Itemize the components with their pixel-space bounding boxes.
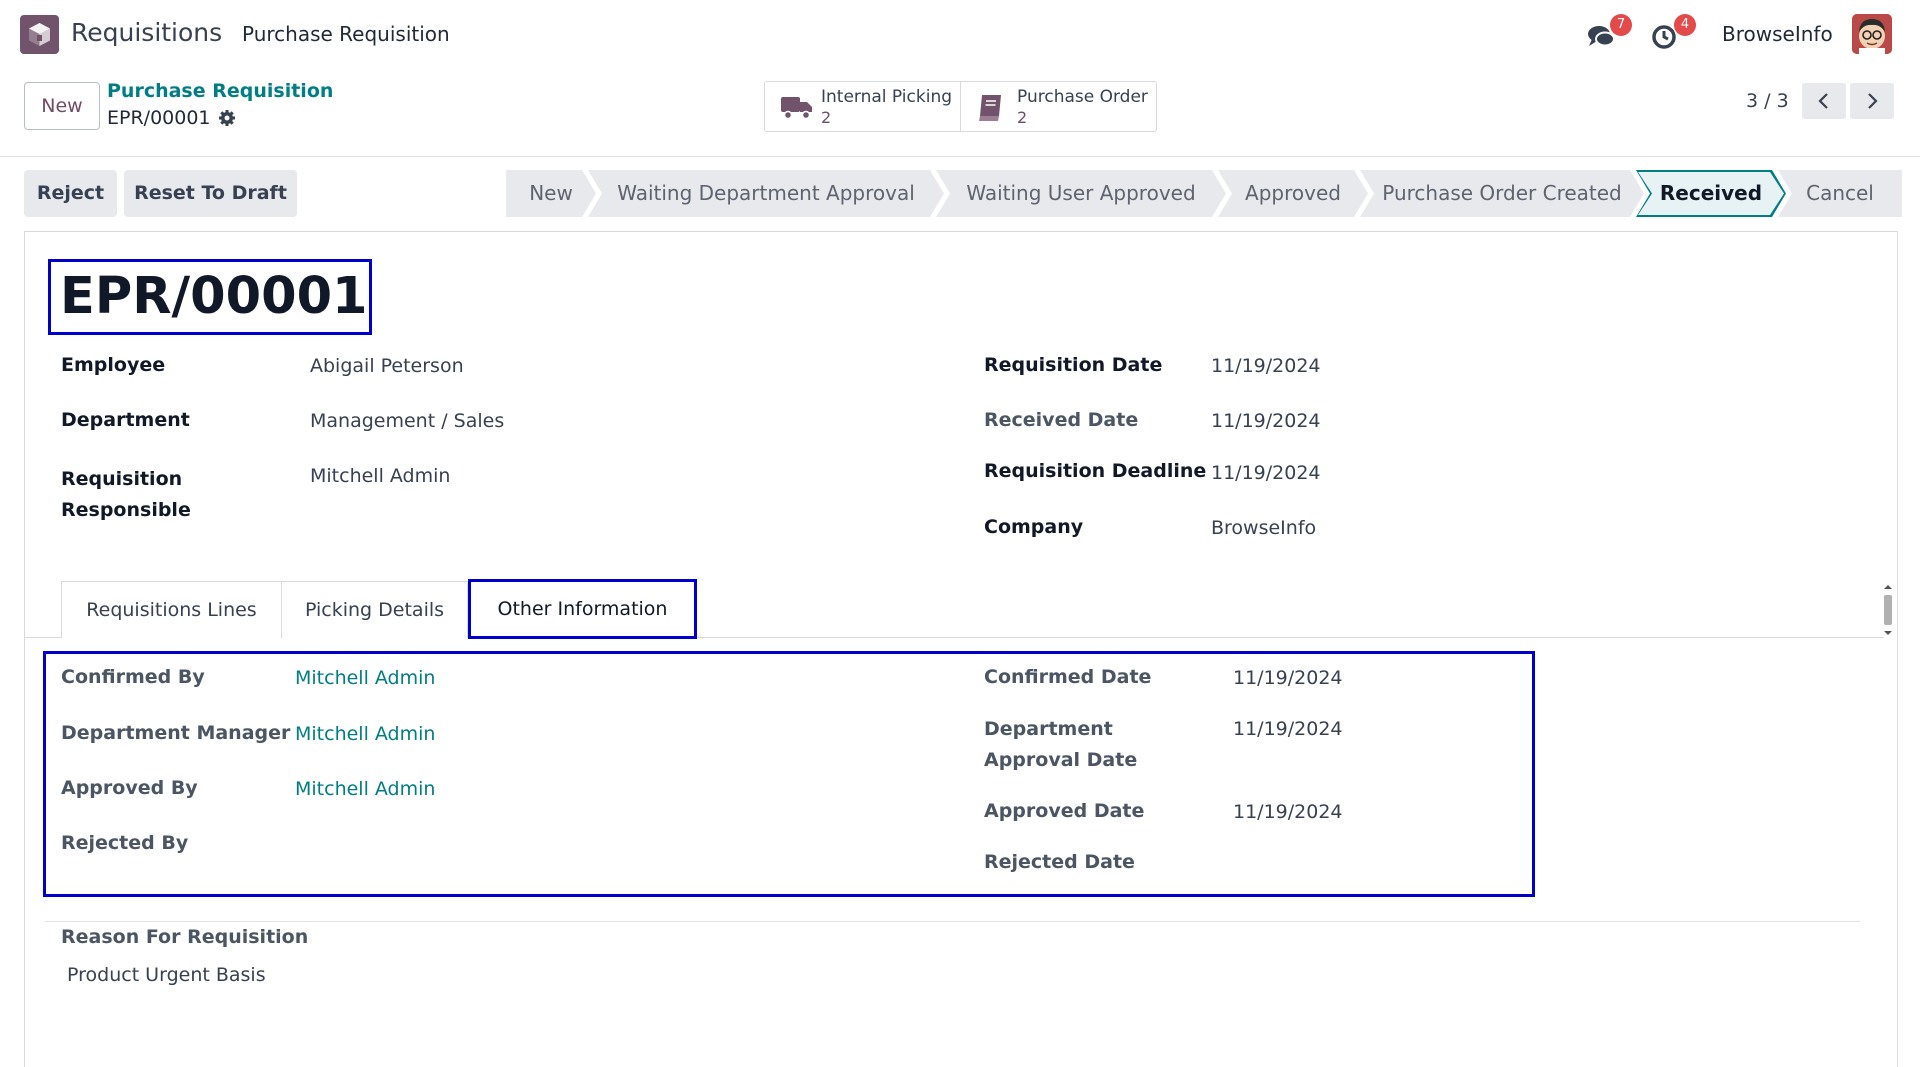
stage-approved[interactable]: Approved	[1218, 170, 1368, 217]
employee-field[interactable]: Abigail Peterson	[310, 355, 464, 377]
requisition-responsible-field[interactable]: Mitchell Admin	[310, 465, 450, 487]
breadcrumb-parent-link[interactable]: Purchase Requisition	[107, 80, 333, 102]
department-manager-field[interactable]: Mitchell Admin	[295, 723, 435, 745]
requisition-date-field[interactable]: 11/19/2024	[1211, 355, 1321, 377]
menu-purchase-requisition[interactable]: Purchase Requisition	[242, 22, 450, 46]
truck-icon	[781, 97, 812, 120]
tab-other-information[interactable]: Other Information	[468, 579, 697, 639]
user-avatar[interactable]	[1852, 14, 1892, 54]
section-divider	[45, 921, 1860, 922]
activities-button[interactable]: 4	[1650, 14, 1696, 52]
gear-icon[interactable]	[218, 109, 236, 127]
reason-label: Reason For Requisition	[61, 926, 309, 948]
app-logo-icon[interactable]	[20, 15, 59, 54]
stage-purchase-order-created[interactable]: Purchase Order Created	[1360, 170, 1644, 217]
purchase-order-smart-button[interactable]: Purchase Order 2	[960, 82, 1156, 131]
smart-button-value: 2	[821, 108, 832, 127]
confirmed-date-field[interactable]: 11/19/2024	[1233, 667, 1343, 689]
stage-waiting-department-approval[interactable]: Waiting Department Approval	[588, 170, 944, 217]
tabs-scrollbar[interactable]	[1881, 583, 1895, 637]
scroll-up-icon	[1884, 585, 1892, 589]
stage-new[interactable]: New	[506, 170, 596, 217]
scrollbar-thumb[interactable]	[1884, 595, 1892, 625]
stage-waiting-user-approved[interactable]: Waiting User Approved	[936, 170, 1226, 217]
confirmed-by-label: Confirmed By	[61, 666, 205, 688]
department-field[interactable]: Management / Sales	[310, 410, 504, 432]
pager-previous-button[interactable]	[1802, 83, 1846, 119]
activities-count-badge: 4	[1674, 14, 1696, 36]
breadcrumb-current: EPR/00001	[107, 107, 211, 129]
smart-buttons: Internal Picking 2 Purchase Order 2	[764, 81, 1157, 132]
department-approval-date-field[interactable]: 11/19/2024	[1233, 718, 1343, 740]
pager-next-button[interactable]	[1850, 83, 1894, 119]
book-icon	[979, 95, 1001, 121]
company-label: Company	[984, 516, 1084, 538]
chevron-left-icon	[1818, 93, 1828, 109]
scroll-down-icon	[1884, 631, 1892, 635]
reject-button[interactable]: Reject	[24, 170, 117, 217]
approved-by-field[interactable]: Mitchell Admin	[295, 778, 435, 800]
messages-button[interactable]: 7	[1586, 14, 1632, 52]
confirmed-date-label: Confirmed Date	[984, 666, 1152, 688]
requisition-responsible-label: Requisition Responsible	[61, 468, 191, 521]
smart-button-label: Internal Picking	[821, 87, 953, 107]
stage-received[interactable]: Received	[1638, 172, 1784, 215]
new-button[interactable]: New	[24, 82, 100, 130]
smart-button-value: 2	[1017, 108, 1028, 127]
app-name[interactable]: Requisitions	[71, 18, 222, 47]
requisition-deadline-label: Requisition Deadline	[984, 460, 1207, 482]
messages-count-badge: 7	[1610, 14, 1632, 36]
confirmed-by-field[interactable]: Mitchell Admin	[295, 667, 435, 689]
record-title: EPR/00001	[60, 267, 368, 326]
company-field[interactable]: BrowseInfo	[1211, 517, 1316, 539]
pager-value[interactable]: 3 / 3	[1746, 90, 1789, 112]
chevron-right-icon	[1868, 93, 1878, 109]
requisition-date-label: Requisition Date	[984, 354, 1163, 376]
company-switcher[interactable]: BrowseInfo	[1722, 22, 1833, 46]
department-approval-date-label: Department Approval Date	[984, 718, 1138, 771]
internal-picking-smart-button[interactable]: Internal Picking 2	[765, 82, 960, 131]
approved-date-label: Approved Date	[984, 800, 1145, 822]
received-date-field[interactable]: 11/19/2024	[1211, 410, 1321, 432]
header-divider	[0, 156, 1920, 157]
approved-date-field[interactable]: 11/19/2024	[1233, 801, 1343, 823]
received-date-label: Received Date	[984, 409, 1139, 431]
stage-cancel[interactable]: Cancel	[1778, 170, 1902, 217]
department-manager-label: Department Manager	[61, 722, 291, 744]
reset-to-draft-button[interactable]: Reset To Draft	[124, 170, 297, 217]
approved-by-label: Approved By	[61, 777, 198, 799]
smart-button-label: Purchase Order	[1017, 87, 1148, 107]
reason-field[interactable]: Product Urgent Basis	[67, 964, 266, 986]
rejected-date-label: Rejected Date	[984, 851, 1135, 873]
tab-picking-details[interactable]: Picking Details	[281, 581, 468, 638]
rejected-by-label: Rejected By	[61, 832, 189, 854]
top-navbar: Requisitions Purchase Requisition 7 4 Br…	[0, 0, 1920, 68]
requisition-deadline-field[interactable]: 11/19/2024	[1211, 462, 1321, 484]
employee-label: Employee	[61, 354, 166, 376]
tab-requisitions-lines[interactable]: Requisitions Lines	[61, 581, 282, 638]
department-label: Department	[61, 409, 190, 431]
